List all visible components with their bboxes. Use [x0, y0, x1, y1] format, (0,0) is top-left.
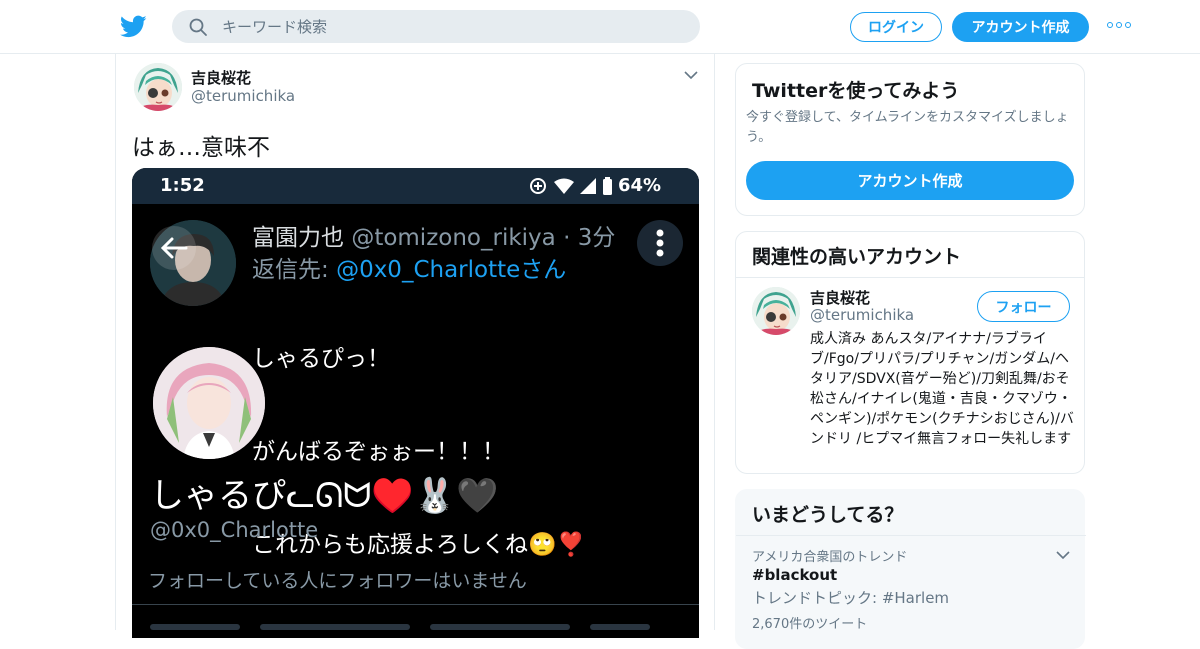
- vertical-dots-icon: [637, 220, 683, 266]
- reply-age: · 3分: [563, 225, 616, 251]
- search-box[interactable]: [172, 10, 700, 43]
- related-account-name[interactable]: 吉良桜花: [810, 287, 870, 308]
- back-arrow-icon: [152, 226, 196, 270]
- author-name[interactable]: 吉良桜花: [191, 67, 251, 88]
- profile-handle: @0x0_Charlotte: [150, 518, 319, 542]
- more-options-icon[interactable]: [1107, 22, 1131, 30]
- tweet-text: はぁ…意味不: [132, 135, 270, 161]
- promo-title: Twitterを使ってみよう: [752, 80, 960, 102]
- reply-author-name: 富園力也: [252, 225, 344, 251]
- trend-name[interactable]: #blackout: [752, 566, 837, 584]
- related-account-bio: 成人済み あんスタ/アイナナ/ラブライブ/Fgo/プリパラ/プリチャン/ガンダム…: [810, 331, 1074, 447]
- signup-promo-card: Twitterを使ってみよう 今すぐ登録して、タイムラインをカスタマイズしましょ…: [735, 63, 1085, 216]
- promo-signup-button[interactable]: アカウント作成: [746, 161, 1074, 200]
- trend-topic[interactable]: トレンドトピック: #Harlem: [752, 587, 949, 608]
- divider: [736, 535, 1086, 536]
- search-input[interactable]: [222, 10, 682, 43]
- phone-status-bar: 1:52 64%: [132, 168, 699, 204]
- avatar[interactable]: [752, 287, 800, 335]
- status-time: 1:52: [160, 175, 205, 196]
- reply-to-line: 返信先: @0x0_Charlotteさん: [252, 250, 566, 284]
- status-icons: [530, 177, 612, 195]
- status-battery: 64%: [618, 175, 662, 196]
- trends-title: いまどうしてる？: [752, 504, 904, 526]
- promo-description: 今すぐ登録して、タイムラインをカスタマイズしましょう。: [746, 110, 1069, 145]
- signup-button[interactable]: アカウント作成: [952, 12, 1089, 42]
- related-account-handle[interactable]: @terumichika: [810, 306, 914, 324]
- search-icon: [189, 18, 207, 36]
- avatar[interactable]: [134, 63, 182, 111]
- profile-avatar: [150, 344, 268, 462]
- chevron-down-icon[interactable]: [1056, 550, 1070, 560]
- reply-author-handle: @tomizono_rikiya: [351, 225, 556, 251]
- reply-line: しゃるぴっ！: [252, 346, 390, 372]
- profile-display-name: しゃるぴᓚᘏᗢ♥️🐰🖤: [150, 476, 499, 516]
- chevron-down-icon[interactable]: [684, 70, 698, 80]
- trend-location: アメリカ合衆国のトレンド: [752, 550, 908, 565]
- twitter-bird-icon[interactable]: [120, 13, 147, 40]
- divider: [736, 277, 1084, 278]
- top-nav: ログイン アカウント作成: [0, 0, 1200, 54]
- related-title: 関連性の高いアカウント: [752, 246, 962, 268]
- tweet-image[interactable]: 1:52 64% 富園力也 @tomizono_rikiya · 3分 返信先:…: [132, 168, 699, 638]
- login-button[interactable]: ログイン: [850, 12, 942, 42]
- related-accounts-card: 関連性の高いアカウント 吉良桜花 @terumichika フォロー 成人済み …: [735, 231, 1085, 474]
- tweet-card: 吉良桜花 @terumichika はぁ…意味不 1:52 64% 富園力也 @…: [115, 54, 715, 638]
- divider: [132, 604, 699, 605]
- trend-tweet-count: 2,670件のツイート: [752, 617, 868, 632]
- follow-button[interactable]: フォロー: [977, 291, 1070, 322]
- reply-to-mention: @0x0_Charlotteさん: [336, 257, 567, 283]
- reply-header: 富園力也 @tomizono_rikiya · 3分: [252, 218, 615, 252]
- no-followers-note: フォローしている人にフォロワーはいません: [148, 570, 527, 592]
- reply-to-label: 返信先:: [252, 257, 329, 283]
- author-handle[interactable]: @terumichika: [191, 87, 295, 105]
- reply-line: がんばるぞぉぉー！！！: [252, 439, 505, 465]
- trends-card: いまどうしてる？ アメリカ合衆国のトレンド #blackout トレンドトピック…: [735, 489, 1086, 649]
